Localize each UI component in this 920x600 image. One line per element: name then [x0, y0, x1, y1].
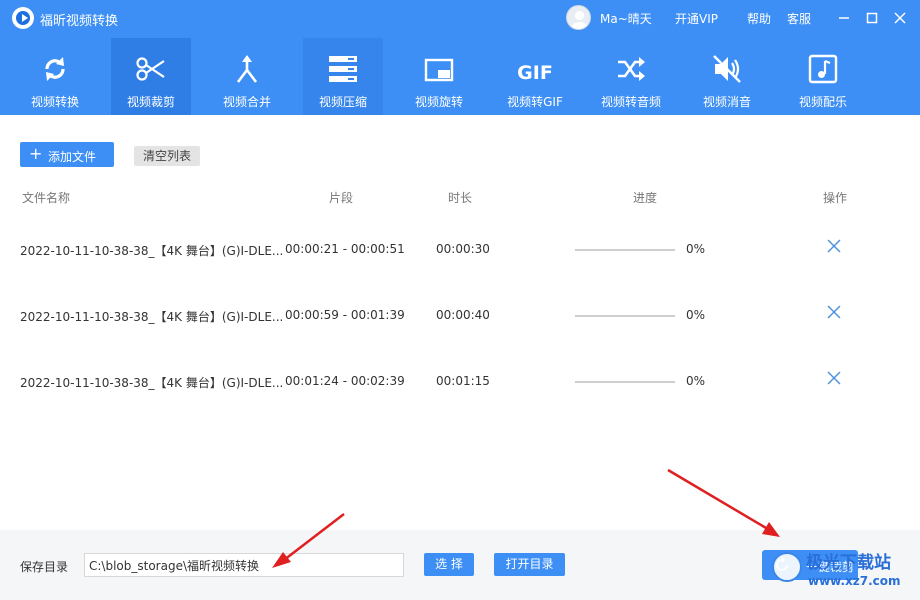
feature-toolbar: 视频转换 视频裁剪 视频合并 视频压缩 视频旋转 GIF 视频转GIF 视频转音…	[0, 38, 920, 115]
tab-video-rotate[interactable]: 视频旋转	[399, 38, 479, 115]
help-link[interactable]: 帮助	[747, 10, 771, 27]
choose-button[interactable]: 选 择	[424, 553, 474, 576]
maximize-button[interactable]	[862, 8, 882, 28]
avatar[interactable]	[566, 5, 591, 30]
progress-bar	[575, 249, 675, 251]
file-segment: 00:00:21 - 00:00:51	[285, 242, 405, 256]
file-duration: 00:01:15	[436, 374, 490, 388]
music-icon	[783, 52, 863, 86]
tab-video-music[interactable]: 视频配乐	[783, 38, 863, 115]
tab-video-convert[interactable]: 视频转换	[15, 38, 95, 115]
tab-video-compress[interactable]: 视频压缩	[303, 38, 383, 115]
add-file-label: 添加文件	[48, 150, 97, 164]
file-segment: 00:00:59 - 00:01:39	[285, 308, 405, 322]
convert-icon	[15, 52, 95, 86]
watermark-circle-icon	[772, 552, 802, 582]
tab-label: 视频转音频	[600, 95, 661, 109]
add-file-button[interactable]: + 添加文件	[20, 142, 114, 167]
merge-icon	[207, 52, 287, 86]
clear-list-button[interactable]: 清空列表	[134, 146, 200, 166]
arrow-to-start-button	[667, 468, 780, 537]
file-name: 2022-10-11-10-38-38_【4K 舞台】(G)I-DLE...	[20, 376, 284, 390]
app-title: 福昕视频转换	[40, 14, 119, 29]
progress-bar	[575, 315, 675, 317]
watermark-title: 极光下载站	[806, 553, 891, 573]
column-header-action: 操作	[823, 191, 848, 205]
tab-video-trim[interactable]: 视频裁剪	[111, 38, 191, 115]
column-header-duration: 时长	[448, 191, 473, 205]
table-row[interactable]: 2022-10-11-10-38-38_【4K 舞台】(G)I-DLE... 0…	[0, 305, 920, 338]
app-logo-icon	[12, 7, 34, 29]
compress-icon	[303, 52, 383, 86]
svg-text:GIF: GIF	[517, 62, 553, 84]
user-name[interactable]: Ma~晴天	[600, 10, 652, 27]
tab-video-mute[interactable]: 视频消音	[687, 38, 767, 115]
column-header-progress: 进度	[633, 191, 658, 205]
table-row[interactable]: 2022-10-11-10-38-38_【4K 舞台】(G)I-DLE... 0…	[0, 239, 920, 272]
file-duration: 00:00:30	[436, 242, 490, 256]
file-name: 2022-10-11-10-38-38_【4K 舞台】(G)I-DLE...	[20, 244, 284, 258]
save-directory-label: 保存目录	[20, 560, 69, 574]
file-segment: 00:01:24 - 00:02:39	[285, 374, 405, 388]
shuffle-icon	[591, 52, 671, 86]
plus-icon: +	[29, 144, 43, 163]
tab-label: 视频消音	[702, 95, 751, 109]
tab-video-to-audio[interactable]: 视频转音频	[591, 38, 671, 115]
tab-label: 视频转GIF	[507, 95, 563, 109]
column-header-segment: 片段	[329, 191, 354, 205]
progress-text: 0%	[686, 374, 706, 388]
tab-video-merge[interactable]: 视频合并	[207, 38, 287, 115]
minimize-button[interactable]	[834, 8, 854, 28]
tab-label: 视频裁剪	[126, 95, 175, 109]
tab-label: 视频压缩	[318, 95, 367, 109]
app-header: 福昕视频转换 Ma~晴天 开通VIP 帮助 客服 视频转换 视频裁剪 视频合并 …	[0, 0, 920, 115]
delete-icon[interactable]	[826, 304, 842, 320]
tab-video-to-gif[interactable]: GIF 视频转GIF	[495, 38, 575, 115]
file-duration: 00:00:40	[436, 308, 490, 322]
open-directory-button[interactable]: 打开目录	[494, 553, 565, 576]
file-name: 2022-10-11-10-38-38_【4K 舞台】(G)I-DLE...	[20, 310, 284, 324]
column-header-name: 文件名称	[22, 191, 71, 205]
save-path-input[interactable]	[84, 553, 404, 577]
progress-text: 0%	[686, 308, 706, 322]
watermark-logo: 极光下载站 www.xz7.com	[770, 548, 920, 600]
tab-label: 视频配乐	[798, 95, 847, 109]
delete-icon[interactable]	[826, 238, 842, 254]
gif-icon: GIF	[495, 52, 575, 86]
rotate-icon	[399, 52, 479, 86]
title-bar: 福昕视频转换 Ma~晴天 开通VIP 帮助 客服	[0, 0, 920, 36]
progress-text: 0%	[686, 242, 706, 256]
mute-icon	[687, 52, 767, 86]
progress-bar	[575, 381, 675, 383]
close-button[interactable]	[890, 8, 910, 28]
table-row[interactable]: 2022-10-11-10-38-38_【4K 舞台】(G)I-DLE... 0…	[0, 371, 920, 404]
scissors-icon	[111, 52, 191, 86]
service-link[interactable]: 客服	[787, 10, 811, 27]
tab-label: 视频旋转	[414, 95, 463, 109]
vip-link[interactable]: 开通VIP	[675, 10, 718, 27]
tab-label: 视频合并	[222, 95, 271, 109]
tab-label: 视频转换	[30, 95, 79, 109]
delete-icon[interactable]	[826, 370, 842, 386]
watermark-url: www.xz7.com	[808, 574, 901, 588]
